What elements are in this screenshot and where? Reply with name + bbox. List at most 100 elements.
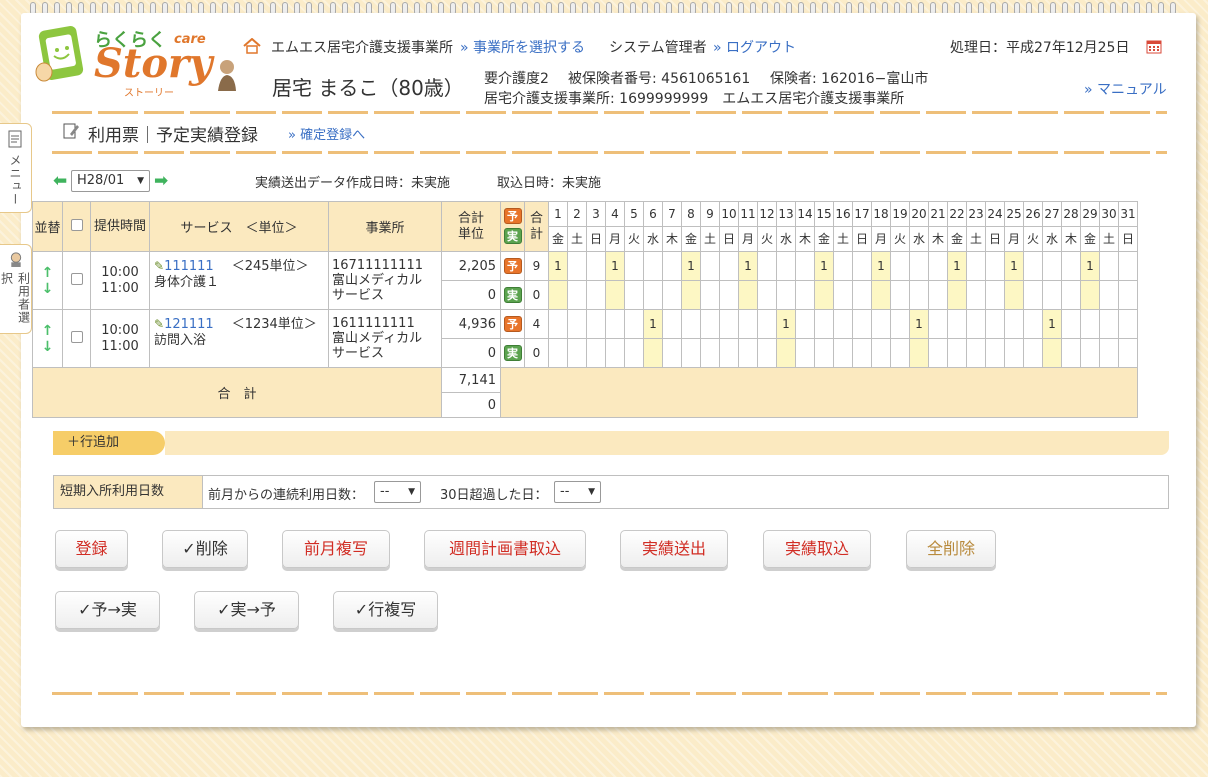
actual-day-cell[interactable] — [1023, 338, 1043, 368]
move-up-arrow-icon[interactable]: ↑ — [34, 323, 62, 339]
actual-day-cell[interactable] — [1004, 280, 1024, 310]
import-actual-button[interactable]: 実績取込 — [763, 530, 871, 568]
plan-day-cell[interactable] — [1118, 309, 1138, 339]
actual-day-cell[interactable] — [1099, 338, 1119, 368]
actual-day-cell[interactable] — [1004, 338, 1024, 368]
month-select[interactable]: H28/01 ▼ — [71, 170, 150, 192]
plan-day-cell[interactable] — [1099, 309, 1119, 339]
plan-day-cell[interactable] — [662, 309, 682, 339]
plan-day-cell[interactable] — [1042, 251, 1062, 281]
select-all-checkbox[interactable] — [70, 218, 83, 231]
plan-day-cell[interactable] — [1004, 309, 1024, 339]
plan-day-cell[interactable] — [624, 309, 644, 339]
move-up-arrow-icon[interactable]: ↑ — [34, 265, 62, 281]
actual-day-cell[interactable] — [624, 280, 644, 310]
plan-day-cell[interactable] — [1061, 309, 1081, 339]
user-select-tab[interactable]: 利用者選択 — [0, 244, 32, 334]
actual-day-cell[interactable] — [643, 280, 663, 310]
plan-day-cell[interactable] — [814, 309, 834, 339]
plan-day-cell[interactable] — [985, 251, 1005, 281]
import-weekly-plan-button[interactable]: 週間計画書取込 — [424, 530, 586, 568]
plan-day-cell[interactable] — [700, 309, 720, 339]
actual-day-cell[interactable] — [928, 280, 948, 310]
plan-day-cell[interactable]: 1 — [1080, 251, 1100, 281]
plan-day-cell[interactable] — [928, 309, 948, 339]
actual-day-cell[interactable] — [567, 338, 587, 368]
actual-day-cell[interactable] — [985, 280, 1005, 310]
actual-day-cell[interactable] — [795, 280, 815, 310]
move-down-arrow-icon[interactable]: ↓ — [34, 339, 62, 355]
actual-day-cell[interactable] — [776, 280, 796, 310]
plan-day-cell[interactable] — [700, 251, 720, 281]
plan-badge-cell[interactable]: 予 — [500, 251, 525, 281]
actual-day-cell[interactable] — [833, 280, 853, 310]
plan-to-actual-button[interactable]: ✓予→実 — [55, 591, 160, 629]
plan-day-cell[interactable] — [1080, 309, 1100, 339]
actual-day-cell[interactable] — [1042, 338, 1062, 368]
actual-day-cell[interactable] — [605, 280, 625, 310]
plan-day-cell[interactable] — [852, 251, 872, 281]
service-code-link[interactable]: 121111 — [164, 317, 214, 332]
move-down-arrow-icon[interactable]: ↓ — [34, 281, 62, 297]
actual-day-cell[interactable] — [947, 280, 967, 310]
actual-day-cell[interactable] — [1118, 280, 1138, 310]
actual-day-cell[interactable] — [795, 338, 815, 368]
plan-day-cell[interactable] — [757, 251, 777, 281]
menu-tab[interactable]: メニュー — [0, 123, 32, 213]
actual-day-cell[interactable] — [966, 280, 986, 310]
plan-day-cell[interactable] — [795, 309, 815, 339]
plan-day-cell[interactable] — [890, 251, 910, 281]
logout-link[interactable]: » ログアウト — [713, 37, 796, 57]
actual-day-cell[interactable] — [966, 338, 986, 368]
plan-day-cell[interactable] — [719, 309, 739, 339]
plan-day-cell[interactable] — [662, 251, 682, 281]
actual-day-cell[interactable] — [624, 338, 644, 368]
plan-day-cell[interactable] — [548, 309, 568, 339]
actual-day-cell[interactable] — [700, 280, 720, 310]
prev-month-arrow-icon[interactable]: ⬅ — [53, 171, 67, 191]
actual-to-plan-button[interactable]: ✓実→予 — [194, 591, 299, 629]
actual-day-cell[interactable] — [928, 338, 948, 368]
plan-day-cell[interactable] — [681, 309, 701, 339]
plan-day-cell[interactable] — [1061, 251, 1081, 281]
actual-day-cell[interactable] — [909, 338, 929, 368]
header-select-all[interactable] — [62, 201, 91, 252]
app-logo[interactable]: らくらく care Story ストーリー — [32, 22, 212, 99]
plan-day-cell[interactable] — [586, 251, 606, 281]
actual-day-cell[interactable] — [662, 280, 682, 310]
row-select-cell[interactable] — [62, 309, 91, 368]
plan-day-cell[interactable] — [909, 251, 929, 281]
actual-day-cell[interactable] — [700, 338, 720, 368]
prev-days-select[interactable]: -- ▼ — [374, 481, 421, 503]
actual-day-cell[interactable] — [548, 338, 568, 368]
actual-day-cell[interactable] — [852, 280, 872, 310]
plan-day-cell[interactable] — [567, 251, 587, 281]
plan-day-cell[interactable] — [928, 251, 948, 281]
actual-day-cell[interactable] — [586, 338, 606, 368]
delete-all-button[interactable]: 全削除 — [906, 530, 996, 568]
actual-day-cell[interactable] — [947, 338, 967, 368]
plan-badge-cell[interactable]: 予 — [500, 309, 525, 339]
actual-day-cell[interactable] — [548, 280, 568, 310]
actual-day-cell[interactable] — [833, 338, 853, 368]
plan-day-cell[interactable] — [1023, 309, 1043, 339]
plan-day-cell[interactable]: 1 — [947, 251, 967, 281]
plan-day-cell[interactable]: 1 — [681, 251, 701, 281]
calendar-icon[interactable] — [1146, 39, 1162, 54]
row-select-cell[interactable] — [62, 251, 91, 310]
actual-day-cell[interactable] — [605, 338, 625, 368]
plan-day-cell[interactable]: 1 — [1042, 309, 1062, 339]
actual-day-cell[interactable] — [1080, 338, 1100, 368]
copy-prev-month-button[interactable]: 前月複写 — [282, 530, 390, 568]
plan-day-cell[interactable] — [605, 309, 625, 339]
actual-day-cell[interactable] — [814, 280, 834, 310]
actual-day-cell[interactable] — [871, 280, 891, 310]
plan-day-cell[interactable] — [833, 309, 853, 339]
plan-day-cell[interactable] — [1099, 251, 1119, 281]
actual-day-cell[interactable] — [757, 338, 777, 368]
plan-day-cell[interactable]: 1 — [871, 251, 891, 281]
plan-day-cell[interactable] — [795, 251, 815, 281]
reorder-cell[interactable]: ↑ ↓ — [32, 251, 63, 310]
actual-day-cell[interactable] — [681, 338, 701, 368]
actual-day-cell[interactable] — [776, 338, 796, 368]
